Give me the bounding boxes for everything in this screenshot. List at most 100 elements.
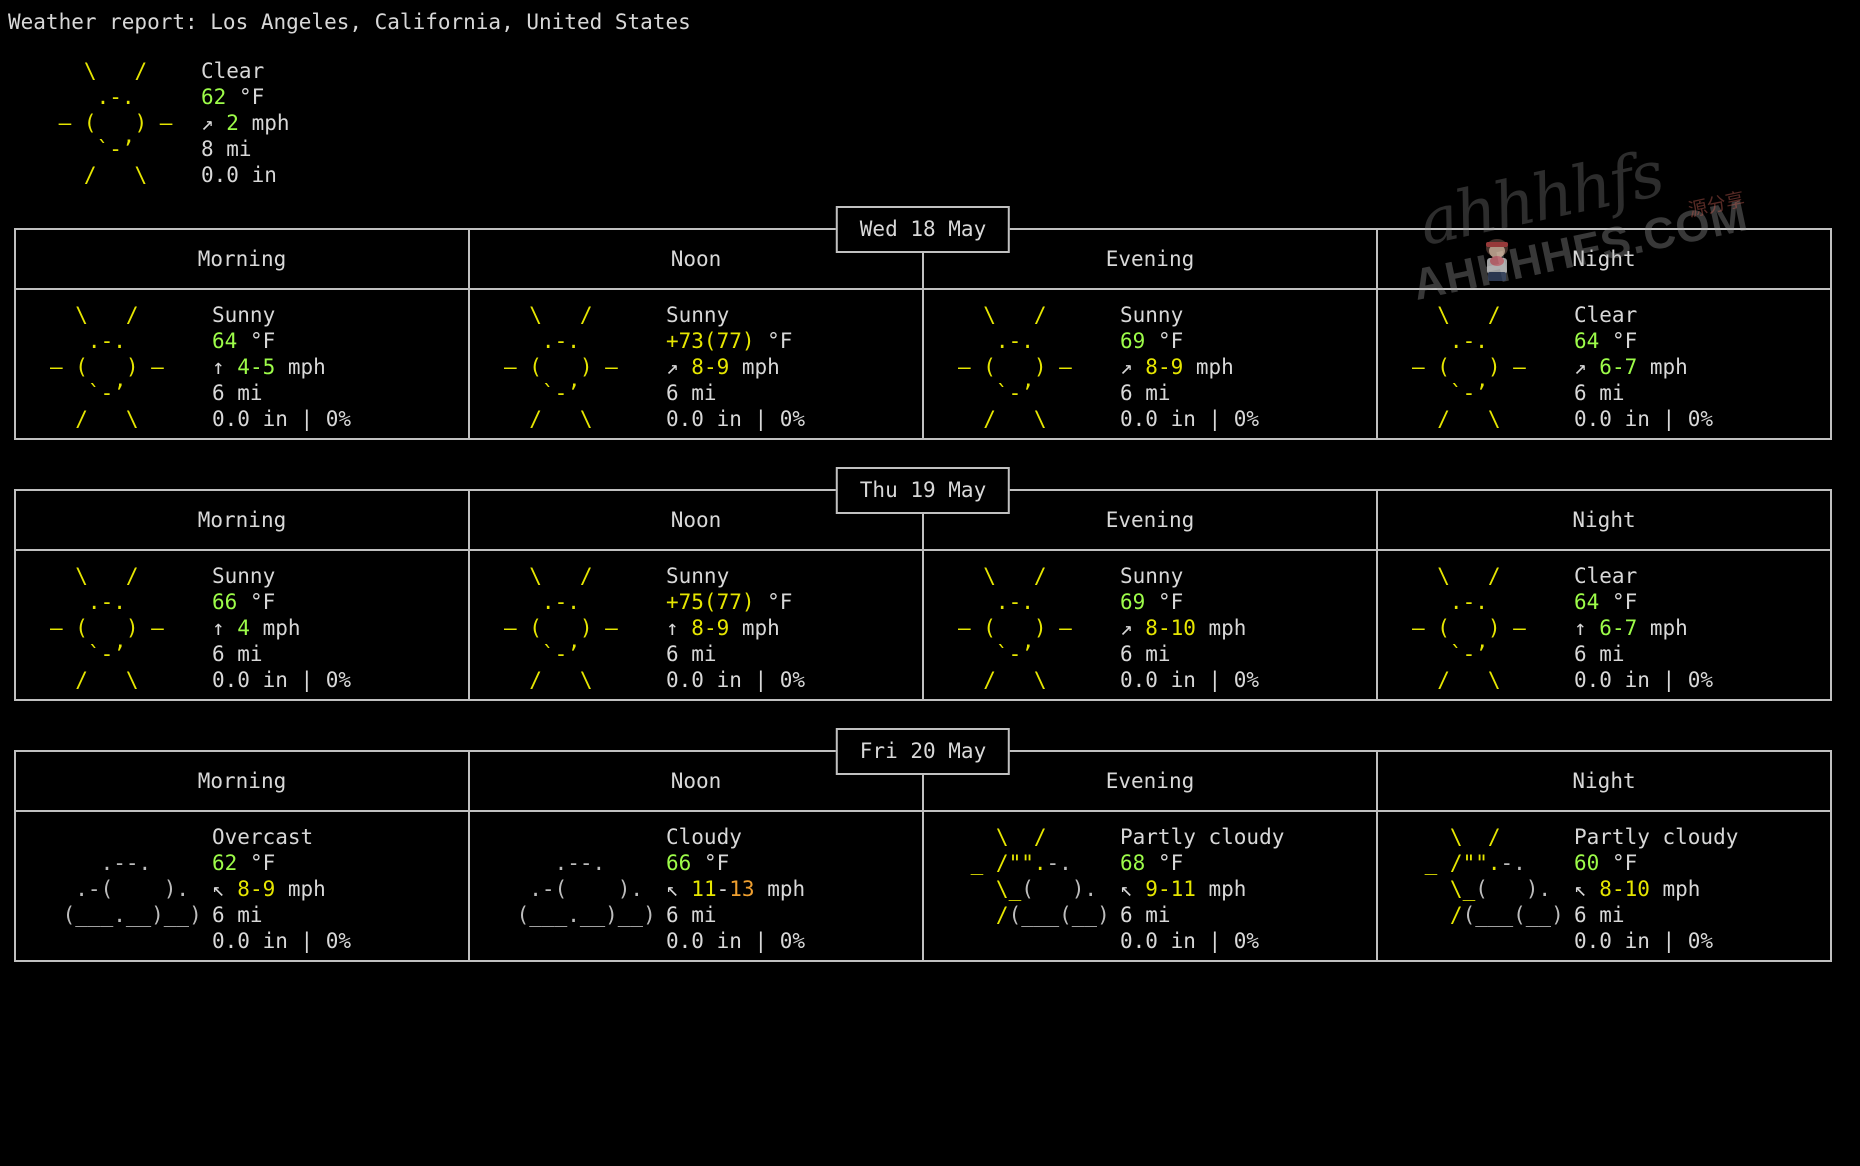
forecast-cell: .--. .-( ). (___.__)__) Overcast 62 °F ↖… bbox=[16, 812, 470, 960]
visibility-value: 6 mi bbox=[666, 381, 717, 405]
forecast-day-block: Wed 18 MayMorningNoonEveningNight \ / .-… bbox=[14, 228, 1832, 440]
precipitation-value: 0.0 in | 0% bbox=[212, 407, 351, 431]
precipitation-value: 0.0 in | 0% bbox=[666, 407, 805, 431]
forecast-cell: \ / _ /"".-. \_( ). /(___(__) Partly clo… bbox=[1378, 812, 1830, 960]
precipitation-value: 0.0 in | 0% bbox=[666, 929, 805, 953]
forecast-cell: \ / _ /"".-. \_( ). /(___(__) Partly clo… bbox=[924, 812, 1378, 960]
condition-text: Sunny bbox=[666, 564, 729, 588]
forecast-cell: \ / .-. ― ( ) ― `-’ / \ Sunny 69 °F ↗ 8-… bbox=[924, 290, 1378, 438]
wind-unit: mph bbox=[1196, 877, 1247, 901]
weather-icon-overcast: .--. .-( ). (___.__)__) bbox=[16, 824, 212, 954]
forecast-cell-info: Sunny 69 °F ↗ 8-10 mph 6 mi 0.0 in | 0% bbox=[1120, 563, 1376, 693]
forecast-cells-row: .--. .-( ). (___.__)__) Overcast 62 °F ↖… bbox=[16, 812, 1830, 960]
period-header-morning: Morning bbox=[16, 230, 470, 288]
visibility-value: 6 mi bbox=[212, 642, 263, 666]
temperature-value: +75(77) bbox=[666, 590, 755, 614]
forecast-cell: \ / .-. ― ( ) ― `-’ / \ Sunny 64 °F ↑ 4-… bbox=[16, 290, 470, 438]
wind-speed-value: 4 bbox=[237, 616, 250, 640]
temperature-value: 64 bbox=[1574, 590, 1599, 614]
temperature-value: 66 bbox=[212, 590, 237, 614]
weather-icon-partly: \ / _ /"".-. \_( ). /(___(__) bbox=[1378, 824, 1574, 954]
forecast-cell-info: Sunny 69 °F ↗ 8-9 mph 6 mi 0.0 in | 0% bbox=[1120, 302, 1376, 432]
visibility-value: 6 mi bbox=[1574, 903, 1625, 927]
wind-direction-icon: ↗ bbox=[1574, 355, 1599, 379]
weather-icon-sunny: \ / .-. ― ( ) ― `-’ / \ bbox=[924, 563, 1120, 693]
forecast-cell: \ / .-. ― ( ) ― `-’ / \ Sunny +73(77) °F… bbox=[470, 290, 924, 438]
condition-text: Clear bbox=[1574, 564, 1637, 588]
weather-icon-sunny: \ / .-. ― ( ) ― `-’ / \ bbox=[16, 563, 212, 693]
current-temperature-unit: °F bbox=[226, 85, 264, 109]
condition-text: Sunny bbox=[212, 303, 275, 327]
weather-icon-sunny: \ / .-. ― ( ) ― `-’ / \ bbox=[470, 563, 666, 693]
wind-direction-icon: ↑ bbox=[666, 616, 691, 640]
forecast-day-block: Thu 19 MayMorningNoonEveningNight \ / .-… bbox=[14, 489, 1832, 701]
temperature-unit: °F bbox=[691, 851, 729, 875]
temperature-value: 69 bbox=[1120, 590, 1145, 614]
condition-text: Sunny bbox=[1120, 564, 1183, 588]
visibility-value: 6 mi bbox=[666, 903, 717, 927]
precipitation-value: 0.0 in | 0% bbox=[1574, 407, 1713, 431]
wind-unit: mph bbox=[275, 877, 326, 901]
current-wind-unit: mph bbox=[239, 111, 290, 135]
wind-unit: mph bbox=[1183, 355, 1234, 379]
forecast-cell: \ / .-. ― ( ) ― `-’ / \ Clear 64 °F ↗ 6-… bbox=[1378, 290, 1830, 438]
temperature-unit: °F bbox=[237, 851, 275, 875]
wind-speed-value: 8-9 bbox=[237, 877, 275, 901]
temperature-unit: °F bbox=[1599, 329, 1637, 353]
precipitation-value: 0.0 in | 0% bbox=[1120, 668, 1259, 692]
forecast-day-block: Fri 20 MayMorningNoonEveningNight .--. .… bbox=[14, 750, 1832, 962]
weather-icon-sunny: \ / .-. ― ( ) ― `-’ / \ bbox=[1378, 302, 1574, 432]
temperature-unit: °F bbox=[1145, 329, 1183, 353]
forecast-cell: .--. .-( ). (___.__)__) Cloudy 66 °F ↖ 1… bbox=[470, 812, 924, 960]
precipitation-value: 0.0 in | 0% bbox=[666, 668, 805, 692]
forecast-cell-info: Sunny +73(77) °F ↗ 8-9 mph 6 mi 0.0 in |… bbox=[666, 302, 922, 432]
wind-direction-icon: ↑ bbox=[1574, 616, 1599, 640]
wind-direction-icon: ↑ bbox=[212, 355, 237, 379]
current-conditions-info: Clear 62 °F ↗ 2 mph 8 mi 0.0 in bbox=[201, 58, 290, 188]
forecast-day-table: Wed 18 MayMorningNoonEveningNight \ / .-… bbox=[14, 228, 1832, 440]
wind-direction-icon: ↑ bbox=[212, 616, 237, 640]
period-header-night: Night bbox=[1378, 230, 1830, 288]
temperature-unit: °F bbox=[1145, 590, 1183, 614]
condition-text: Cloudy bbox=[666, 825, 742, 849]
precipitation-value: 0.0 in | 0% bbox=[1120, 929, 1259, 953]
temperature-value: 64 bbox=[1574, 329, 1599, 353]
condition-text: Overcast bbox=[212, 825, 313, 849]
forecast-cell-info: Partly cloudy 60 °F ↖ 8-10 mph 6 mi 0.0 … bbox=[1574, 824, 1830, 954]
precipitation-value: 0.0 in | 0% bbox=[1120, 407, 1259, 431]
condition-text: Sunny bbox=[212, 564, 275, 588]
temperature-unit: °F bbox=[237, 329, 275, 353]
period-header-night: Night bbox=[1378, 491, 1830, 549]
temperature-unit: °F bbox=[237, 590, 275, 614]
visibility-value: 6 mi bbox=[1120, 642, 1171, 666]
wind-direction-icon: ↗ bbox=[1120, 355, 1145, 379]
watermark-cjk-text: 源分享 bbox=[1686, 186, 1747, 223]
forecast-cell-info: Clear 64 °F ↑ 6-7 mph 6 mi 0.0 in | 0% bbox=[1574, 563, 1830, 693]
weather-icon-sunny: \ / .-. ― ( ) ― `-’ / \ bbox=[470, 302, 666, 432]
watermark-script-text: ahhhhfs bbox=[1418, 161, 1664, 237]
wind-range-dash: - bbox=[717, 877, 730, 901]
temperature-unit: °F bbox=[1599, 851, 1637, 875]
period-header-night: Night bbox=[1378, 752, 1830, 810]
forecast-cell: \ / .-. ― ( ) ― `-’ / \ Sunny 66 °F ↑ 4 … bbox=[16, 551, 470, 699]
wind-unit: mph bbox=[755, 877, 806, 901]
weather-icon-sunny: \ / .-. ― ( ) ― `-’ / \ bbox=[1378, 563, 1574, 693]
forecast-date-label: Thu 19 May bbox=[836, 467, 1010, 514]
visibility-value: 6 mi bbox=[212, 381, 263, 405]
wind-speed-value: 6-7 bbox=[1599, 355, 1637, 379]
forecast-date-label: Wed 18 May bbox=[836, 206, 1010, 253]
temperature-value: 66 bbox=[666, 851, 691, 875]
wind-speed-value: 8-9 bbox=[691, 355, 729, 379]
temperature-value: 62 bbox=[212, 851, 237, 875]
current-conditions: \ / .-. ― ( ) ― `-’ / \ Clear 62 °F ↗ 2 … bbox=[46, 58, 290, 188]
wind-unit: mph bbox=[250, 616, 301, 640]
condition-text: Clear bbox=[1574, 303, 1637, 327]
wind-direction-icon: ↗ bbox=[666, 355, 691, 379]
wind-unit: mph bbox=[1637, 355, 1688, 379]
temperature-unit: °F bbox=[755, 590, 793, 614]
weather-icon-partly: \ / _ /"".-. \_( ). /(___(__) bbox=[924, 824, 1120, 954]
wind-speed-value: 8-9 bbox=[1145, 355, 1183, 379]
forecast-cell-info: Sunny +75(77) °F ↑ 8-9 mph 6 mi 0.0 in |… bbox=[666, 563, 922, 693]
forecast-cell-info: Cloudy 66 °F ↖ 11-13 mph 6 mi 0.0 in | 0… bbox=[666, 824, 922, 954]
wind-direction-icon: ↖ bbox=[666, 877, 691, 901]
